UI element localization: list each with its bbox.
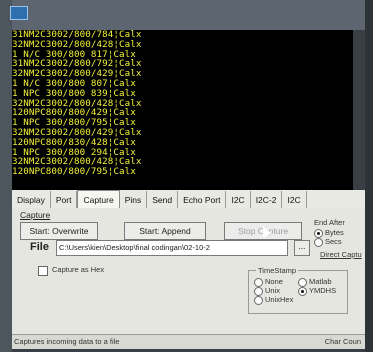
bytes-radio[interactable] (314, 229, 323, 238)
monitor-bezel-top (0, 0, 373, 30)
end-after-label: End After (314, 218, 345, 227)
tab-bar: Display Port Capture Pins Send Echo Port… (12, 190, 365, 209)
tab-echo-port[interactable]: Echo Port (178, 191, 227, 208)
tab-i2c-3[interactable]: I2C (282, 191, 307, 208)
capture-as-hex-label: Capture as Hex (52, 265, 105, 274)
secs-radio[interactable] (314, 238, 323, 247)
tab-i2c-2[interactable]: I2C-2 (251, 191, 283, 208)
timestamp-unix-label: Unix (265, 286, 281, 295)
timestamp-none-radio[interactable] (254, 278, 263, 287)
terminal-output: 31NM2C3002/800/784¦Calx 32NM2C3002/800/42… (12, 30, 353, 190)
timestamp-unixhex-label: UnixHex (265, 295, 294, 304)
file-label: File (30, 241, 49, 253)
tab-pins[interactable]: Pins (120, 191, 148, 208)
capture-group-label: Capture (20, 210, 51, 220)
timestamp-matlab-radio[interactable] (298, 278, 307, 287)
capture-as-hex-checkbox[interactable] (38, 266, 48, 276)
timestamp-ymdhs-label: YMDHS (309, 286, 337, 295)
char-count-label: Char Coun (324, 337, 361, 346)
secs-radio-label: Secs (325, 237, 342, 246)
bytes-radio-label: Bytes (325, 228, 344, 237)
timestamp-ymdhs-radio[interactable] (298, 287, 307, 296)
browse-button[interactable]: ... (294, 240, 310, 256)
status-message: Captures incoming data to a file (14, 337, 120, 346)
tab-capture[interactable]: Capture (77, 190, 120, 208)
tab-display[interactable]: Display (12, 191, 51, 208)
timestamp-unixhex-radio[interactable] (254, 296, 263, 305)
timestamp-none-label: None (265, 277, 283, 286)
monitor-bezel-left (0, 0, 12, 352)
tab-port[interactable]: Port (51, 191, 78, 208)
status-bar: Captures incoming data to a file Char Co… (12, 334, 365, 349)
start-overwrite-button[interactable]: Start: Overwrite (20, 222, 98, 240)
start-append-button[interactable]: Start: Append (124, 222, 206, 240)
capture-panel: Capture Start: Overwrite Start: Append S… (12, 208, 365, 334)
terminal-line: 120NPC800/800/795¦Calx (12, 166, 136, 178)
monitor-bezel-right (365, 0, 373, 352)
timestamp-label: TimeStamp (256, 266, 299, 275)
timestamp-matlab-label: Matlab (309, 277, 332, 286)
timestamp-unix-radio[interactable] (254, 287, 263, 296)
direct-capture-label[interactable]: Direct Captu (320, 250, 362, 259)
app-icon (10, 6, 28, 20)
tab-i2c[interactable]: I2C (226, 191, 251, 208)
file-path-input[interactable]: C:\Users\kien\Desktop\final codingan\02-… (56, 240, 288, 256)
tab-send[interactable]: Send (147, 191, 179, 208)
